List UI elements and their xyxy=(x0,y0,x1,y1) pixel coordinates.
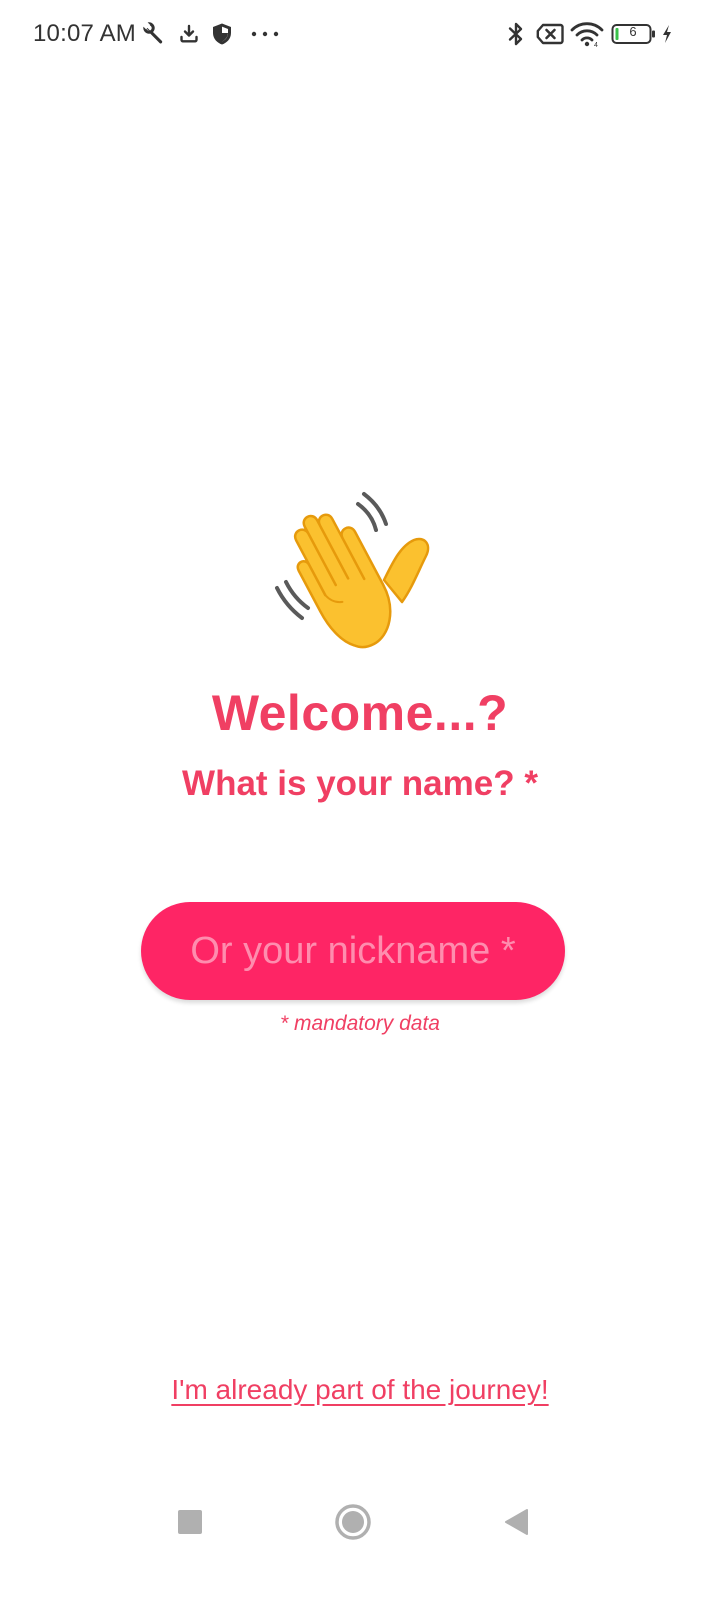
nickname-input[interactable] xyxy=(141,902,565,1000)
recents-square-icon[interactable] xyxy=(168,1500,212,1544)
waving-hand-icon xyxy=(275,492,430,649)
download-icon xyxy=(177,20,201,48)
status-time: 10:07 AM xyxy=(33,20,137,47)
status-bar: 10:07 AM 4 6 xyxy=(0,0,720,70)
battery-level: 6 xyxy=(629,24,637,39)
welcome-title: Welcome...? xyxy=(211,685,509,741)
already-member-link[interactable]: I'm already part of the journey! xyxy=(0,1374,720,1406)
name-question: What is your name? * xyxy=(182,764,538,803)
more-dots-icon xyxy=(249,20,281,48)
back-triangle-icon[interactable] xyxy=(494,1500,538,1544)
wrench-icon xyxy=(142,20,168,48)
no-sim-icon xyxy=(535,20,565,48)
battery-icon: 6 xyxy=(611,20,657,48)
home-circle-icon[interactable] xyxy=(331,1500,375,1544)
onboarding-screen: 10:07 AM 4 6 Welcome...? What is your na… xyxy=(0,0,720,1600)
charging-icon xyxy=(659,20,675,48)
wifi-icon: 4 xyxy=(570,20,604,48)
shield-icon xyxy=(210,20,234,48)
svg-text:4: 4 xyxy=(594,42,598,47)
mandatory-note: * mandatory data xyxy=(280,1012,440,1035)
bluetooth-icon xyxy=(505,20,527,48)
